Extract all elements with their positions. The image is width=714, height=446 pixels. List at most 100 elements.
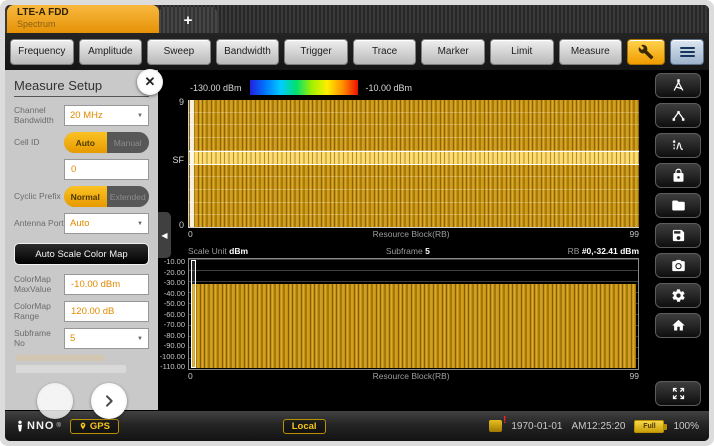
measure-button[interactable]: Measure: [558, 38, 623, 65]
lower-y-ticks: -10.00 -20.00 -30.00 -40.00 -50.00 -60.00 -70.…: [158, 258, 188, 371]
subframe-no-value: 5: [70, 333, 76, 344]
content-area: Measure Setup ✕ Channel Bandwidth 20 MHz…: [5, 69, 709, 419]
marker-button[interactable]: Marker: [421, 38, 485, 65]
panel-title: Measure Setup: [14, 78, 149, 97]
signal-pulse-icon: [672, 139, 683, 150]
prev-page-button[interactable]: [36, 383, 73, 419]
signal-pulse-button[interactable]: [655, 133, 701, 158]
y-tick-label: -90.00: [163, 341, 185, 350]
cell-id-auto-option[interactable]: Auto: [64, 132, 107, 153]
panel-page-nav: [14, 383, 149, 419]
wrench-icon: [638, 44, 654, 59]
folder-button[interactable]: [655, 193, 701, 218]
setup-tools-icon: [673, 79, 683, 91]
colormap-max-label: ColorMap MaxValue: [14, 273, 52, 294]
toolbar: Frequency Amplitude Sweep Bandwidth Trig…: [5, 33, 709, 70]
spectrogram-heatmap[interactable]: [188, 100, 639, 228]
new-tab-button[interactable]: +: [159, 7, 217, 33]
rb-power-chart[interactable]: [188, 258, 639, 370]
local-label: Local: [291, 420, 317, 432]
cyclic-prefix-normal-option[interactable]: Normal: [64, 186, 107, 207]
rb-power-section: -10.00 -20.00 -30.00 -40.00 -50.00 -60.00 -70.…: [158, 258, 639, 370]
cyclic-prefix-extended-option[interactable]: Extended: [106, 186, 149, 207]
channel-bandwidth-select[interactable]: 20 MHz ▼: [64, 105, 149, 126]
app-window: LTE-A FDD Spectrum + Frequency Amplitude…: [5, 5, 709, 441]
gear-icon: [671, 289, 685, 302]
gps-label: GPS: [89, 420, 110, 432]
y-tick-label: -30.00: [163, 278, 185, 287]
bandwidth-button[interactable]: Bandwidth: [215, 38, 280, 65]
peak-search-button[interactable]: [655, 103, 701, 128]
next-page-button[interactable]: [90, 383, 127, 419]
cell-id-input[interactable]: 0: [64, 159, 149, 180]
close-icon: ✕: [144, 74, 156, 89]
sweep-button[interactable]: Sweep: [147, 38, 211, 65]
local-badge[interactable]: Local: [282, 418, 326, 434]
gps-pin-icon: [80, 422, 86, 430]
status-date: 1970-01-01: [511, 420, 563, 432]
heatmap-row-sf5: [189, 150, 639, 165]
tab-lte-a-fdd-spectrum[interactable]: LTE-A FDD Spectrum: [7, 5, 159, 33]
y-tick-label: -20.00: [163, 267, 185, 277]
heatmap-selected-rb-marker: [190, 100, 194, 227]
antenna-port-select[interactable]: Auto ▼: [64, 213, 149, 234]
chevron-down-icon: ▼: [137, 335, 143, 342]
amplitude-button[interactable]: Amplitude: [78, 38, 143, 65]
cell-id-label: Cell ID: [14, 136, 40, 147]
gps-badge[interactable]: GPS: [69, 418, 119, 434]
scale-unit-label: Scale Unit: [188, 246, 227, 256]
device-screen: LTE-A FDD Spectrum + Frequency Amplitude…: [0, 0, 714, 446]
antenna-port-value: Auto: [70, 218, 90, 229]
plus-icon: +: [183, 11, 193, 29]
screenshot-button[interactable]: [655, 253, 701, 278]
battery-icon: Full: [634, 419, 668, 433]
lock-icon: [673, 168, 683, 182]
colormap-max-input[interactable]: -10.00 dBm: [64, 274, 149, 295]
cell-id-manual-option[interactable]: Manual: [106, 132, 149, 153]
cell-id-toggle[interactable]: Auto Manual: [64, 132, 149, 153]
menu-button[interactable]: [670, 38, 705, 65]
auto-scale-color-map-button[interactable]: Auto Scale Color Map: [14, 243, 149, 265]
lock-button[interactable]: [655, 163, 701, 188]
lower-x-min-label: 0: [188, 371, 193, 381]
setup-tools-button[interactable]: [655, 73, 701, 98]
save-button[interactable]: [655, 223, 701, 248]
trace-button[interactable]: Trace: [352, 38, 417, 65]
subframe-value: 5: [425, 246, 430, 256]
home-button[interactable]: [655, 313, 701, 338]
colorbar-min-label: -130.00 dBm: [190, 82, 242, 93]
lower-chart-header: Scale Unit dBm Subframe 5 RB #0,-32.41 d…: [188, 245, 639, 257]
setup-wrench-button[interactable]: [627, 38, 666, 65]
cyclic-prefix-toggle[interactable]: Normal Extended: [64, 186, 149, 207]
heatmap-row-sf8: [189, 112, 639, 126]
logo-mark-icon: [17, 420, 23, 432]
trigger-button[interactable]: Trigger: [284, 38, 348, 65]
y-tick-label: -70.00: [163, 320, 185, 329]
colormap-range-input[interactable]: 120.00 dB: [64, 301, 149, 322]
frequency-button[interactable]: Frequency: [10, 38, 74, 65]
status-time: AM12:25:20: [571, 420, 626, 432]
tab-bar: LTE-A FDD Spectrum +: [5, 5, 709, 33]
subframe-no-label: Subframe No: [14, 327, 51, 348]
battery-percent: 100%: [673, 420, 700, 432]
subframe-no-select[interactable]: 5 ▼: [64, 328, 149, 349]
inno-logo: NNO ®: [15, 420, 61, 432]
y-tick-label: -110.00: [160, 362, 185, 371]
alert-icon[interactable]: [489, 415, 506, 432]
panel-collapse-button[interactable]: ◀: [158, 212, 171, 258]
close-panel-button[interactable]: ✕: [137, 69, 163, 95]
heatmap-rows: [189, 100, 639, 228]
spectrum-display: -130.00 dBm -10.00 dBm 9 SF 0 0 Resource…: [158, 70, 647, 410]
colormap-range-label: ColorMap Range: [14, 300, 51, 321]
colorbar-gradient: [249, 80, 358, 95]
disabled-section: [16, 355, 147, 373]
y-tick-label: -80.00: [163, 330, 185, 340]
settings-button[interactable]: [655, 283, 701, 308]
heatmap-row-sf4: [189, 164, 639, 178]
fullscreen-button[interactable]: [655, 381, 701, 406]
cyclic-prefix-label: Cyclic Prefix: [14, 190, 61, 201]
y-tick-label: -40.00: [163, 288, 185, 298]
limit-button[interactable]: Limit: [489, 38, 554, 65]
y-tick-label: -50.00: [163, 299, 185, 308]
heatmap-x-min-label: 0: [188, 229, 193, 239]
